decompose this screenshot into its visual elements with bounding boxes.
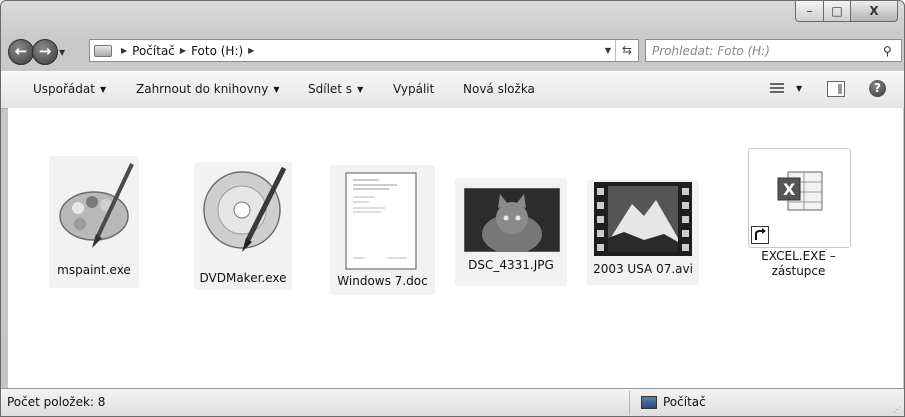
organize-label: Uspořádat (33, 82, 95, 96)
svg-text:X: X (783, 180, 796, 199)
file-label-dsc4331: DSC_4331.JPG (468, 258, 554, 272)
file-label-windows7-doc: Windows 7.doc (337, 274, 428, 288)
maximize-button[interactable]: □ (824, 1, 851, 22)
back-button[interactable]: ← (8, 39, 34, 65)
preview-pane-icon[interactable] (827, 81, 845, 97)
status-location: Počítač (641, 395, 706, 409)
minimize-button[interactable]: – (795, 1, 824, 22)
explorer-window: – □ X ← → ▼ ▶ Počítač ▶ Foto (H:) ▶ ▼ ⇆ … (0, 0, 905, 417)
file-label-2003usa07: 2003 USA 07.avi (593, 262, 693, 276)
forward-button[interactable]: → (32, 39, 58, 65)
chevron-down-icon: ▼ (273, 85, 280, 94)
chevron-down-icon: ▼ (357, 85, 364, 94)
breadcrumb-chevron-icon[interactable]: ▶ (180, 46, 186, 55)
change-view-icon[interactable] (770, 83, 784, 95)
refresh-icon[interactable]: ⇆ (615, 40, 638, 61)
breadcrumb-chevron-icon[interactable]: ▶ (121, 46, 127, 55)
file-label-mspaint: mspaint.exe (57, 263, 131, 277)
command-bar: Uspořádat ▼ Zahrnout do knihovny ▼ Sdílet … (1, 71, 904, 109)
share-with-menu[interactable]: Sdílet s ▼ (308, 82, 363, 96)
organize-menu[interactable]: Uspořádat ▼ (33, 82, 106, 96)
status-location-label: Počítač (663, 395, 706, 409)
view-dropdown-icon[interactable]: ▼ (796, 84, 802, 93)
file-label-excel-shortcut: EXCEL.EXE – zástupce (761, 249, 836, 278)
new-folder-button[interactable]: Nová složka (463, 82, 535, 96)
address-bar[interactable]: ▶ Počítač ▶ Foto (H:) ▶ ▼ ⇆ (89, 39, 639, 62)
item-count: Počet položek: 8 (7, 395, 106, 409)
burn-button[interactable]: Vypálit (393, 82, 434, 96)
chevron-down-icon: ▼ (99, 85, 107, 94)
paint-palette-icon (59, 163, 134, 248)
breadcrumb-chevron-icon[interactable]: ▶ (248, 46, 254, 55)
address-row: ← → ▼ ▶ Počítač ▶ Foto (H:) ▶ ▼ ⇆ Prohle… (1, 36, 904, 68)
share-label: Sdílet s (308, 82, 353, 96)
video-film-icon (594, 182, 692, 256)
document-icon (345, 172, 417, 270)
computer-icon (641, 395, 657, 409)
cat-photo-icon (464, 188, 560, 252)
shortcut-arrow-icon (751, 226, 769, 244)
excel-shortcut-icon: X (777, 171, 823, 211)
close-button[interactable]: X (851, 1, 898, 22)
search-placeholder: Prohledat: Foto (H:) (652, 43, 770, 58)
search-icon[interactable]: ⚲ (883, 44, 901, 58)
help-icon[interactable]: ? (869, 80, 886, 97)
file-list: mspaint.exe DVDMaker.exe Windows 7.doc D… (8, 108, 903, 388)
history-dropdown-icon[interactable]: ▼ (59, 48, 65, 57)
status-divider (629, 391, 630, 415)
include-in-library-menu[interactable]: Zahrnout do knihovny ▼ (136, 82, 280, 96)
status-bar: Počet položek: 8 Počítač ⋰ (1, 388, 904, 416)
breadcrumb-drive[interactable]: Foto (H:) (191, 44, 243, 58)
caption-buttons: – □ X (795, 1, 898, 23)
include-label: Zahrnout do knihovny (136, 82, 269, 96)
dvd-maker-icon (203, 166, 287, 252)
address-dropdown-icon[interactable]: ▼ (601, 46, 615, 55)
drive-icon (94, 44, 112, 57)
resize-grip-icon[interactable]: ⋰ (893, 405, 901, 414)
file-label-dvdmaker: DVDMaker.exe (199, 271, 287, 285)
breadcrumb-computer[interactable]: Počítač (132, 44, 175, 58)
search-input[interactable]: Prohledat: Foto (H:) ⚲ (645, 39, 902, 62)
